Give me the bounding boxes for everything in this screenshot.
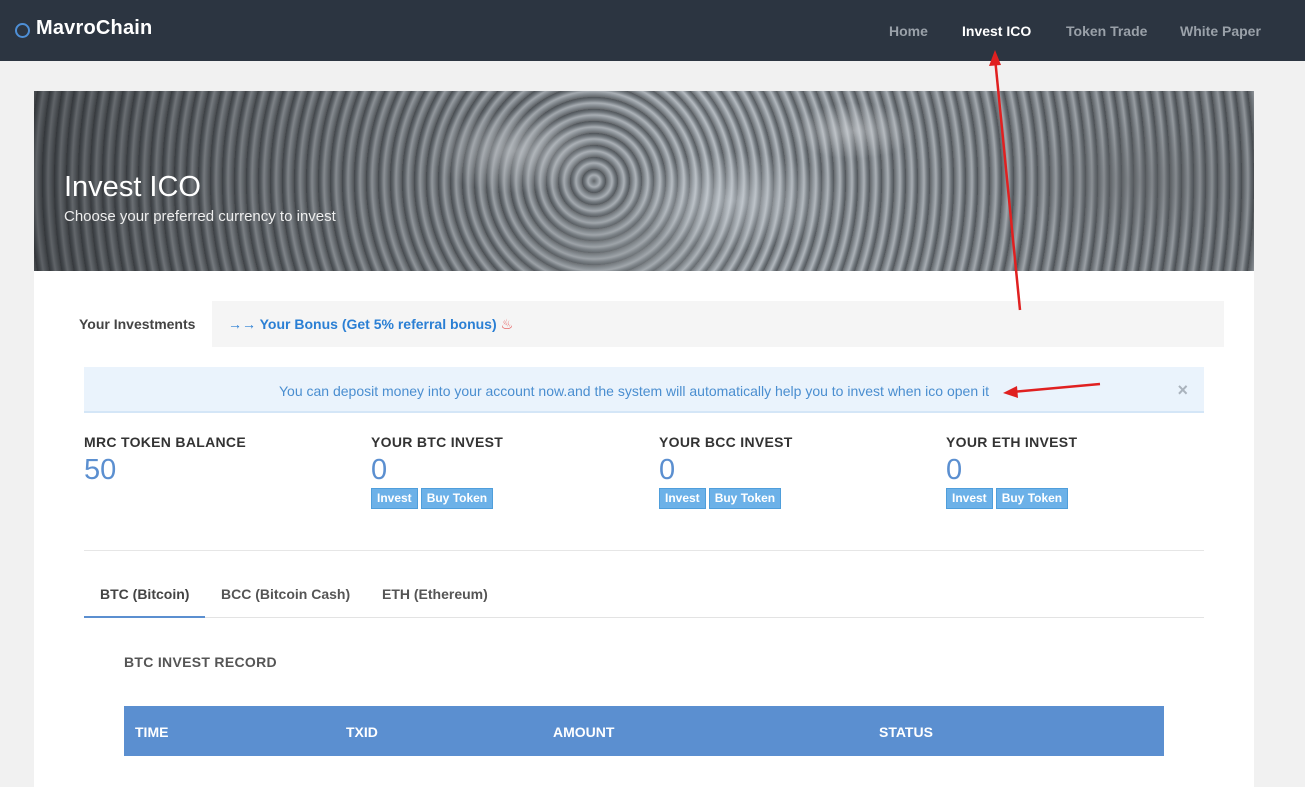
deposit-alert: You can deposit money into your account … xyxy=(84,367,1204,413)
bcc-invest-button[interactable]: Invest xyxy=(659,488,706,509)
nav-home[interactable]: Home xyxy=(889,23,928,39)
eth-invest-button[interactable]: Invest xyxy=(946,488,993,509)
nav-white-paper[interactable]: White Paper xyxy=(1180,23,1261,39)
btc-invest-button[interactable]: Invest xyxy=(371,488,418,509)
brand-ring-icon xyxy=(15,22,30,38)
btc-buy-token-button[interactable]: Buy Token xyxy=(420,488,494,509)
bonus-link-label: →→ Your Bonus (Get 5% referral bonus) xyxy=(228,316,497,332)
brand-logo[interactable]: MavroChain xyxy=(15,17,152,40)
stat-value: 0 xyxy=(659,454,676,486)
tab-eth[interactable]: ETH (Ethereum) xyxy=(382,586,488,602)
nav-token-trade[interactable]: Token Trade xyxy=(1066,23,1147,39)
stat-label: MRC TOKEN BALANCE xyxy=(84,434,246,450)
hero-banner: Invest ICO Choose your preferred currenc… xyxy=(34,91,1254,271)
stat-bcc-invest: YOUR BCC INVEST 0 Invest Buy Token xyxy=(659,434,793,509)
record-title: BTC INVEST RECORD xyxy=(124,654,277,670)
tabs-baseline xyxy=(84,617,1204,618)
stat-label: YOUR BCC INVEST xyxy=(659,434,793,450)
eth-buy-token-button[interactable]: Buy Token xyxy=(995,488,1069,509)
stat-value: 50 xyxy=(84,454,117,486)
section-divider xyxy=(84,550,1204,551)
top-navbar: MavroChain Home Invest ICO Token Trade W… xyxy=(0,0,1305,61)
table-header: TIME TXID AMOUNT STATUS xyxy=(124,706,1164,756)
active-tab-indicator xyxy=(84,616,205,618)
brand-name: MavroChain xyxy=(36,17,153,39)
tab-btc[interactable]: BTC (Bitcoin) xyxy=(100,586,189,602)
stat-value: 0 xyxy=(371,454,388,486)
page-title: Invest ICO xyxy=(64,171,201,203)
column-header-status: STATUS xyxy=(879,724,933,740)
alert-message: You can deposit money into your account … xyxy=(278,383,989,399)
stat-value: 0 xyxy=(946,454,963,486)
stat-btc-invest: YOUR BTC INVEST 0 Invest Buy Token xyxy=(371,434,503,509)
fire-icon: ♨ xyxy=(500,316,514,332)
bonus-bar: →→ Your Bonus (Get 5% referral bonus) ♨ xyxy=(212,301,1224,347)
bcc-buy-token-button[interactable]: Buy Token xyxy=(708,488,782,509)
page-subtitle: Choose your preferred currency to invest xyxy=(64,208,336,225)
stat-eth-invest: YOUR ETH INVEST 0 Invest Buy Token xyxy=(946,434,1077,509)
column-header-amount: AMOUNT xyxy=(553,724,615,740)
column-header-txid: TXID xyxy=(346,724,378,740)
tab-bcc[interactable]: BCC (Bitcoin Cash) xyxy=(221,586,350,602)
bonus-link[interactable]: →→ Your Bonus (Get 5% referral bonus) ♨ xyxy=(228,316,513,333)
stat-label: YOUR BTC INVEST xyxy=(371,434,504,450)
column-header-time: TIME xyxy=(135,724,169,740)
nav-invest-ico[interactable]: Invest ICO xyxy=(962,23,1031,39)
stat-label: YOUR ETH INVEST xyxy=(946,434,1078,450)
tab-your-investments[interactable]: Your Investments xyxy=(79,316,195,332)
stat-mrc-balance: MRC TOKEN BALANCE 50 xyxy=(84,434,246,486)
close-icon[interactable]: × xyxy=(1177,380,1188,401)
